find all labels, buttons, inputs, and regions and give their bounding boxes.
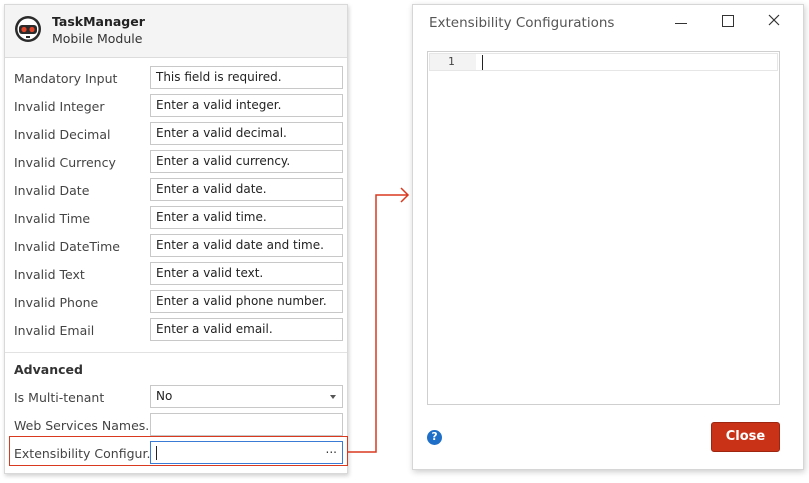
invalid-phone-field[interactable]: Enter a valid phone number. [150,290,343,313]
advanced-properties: Is Multi-tenant No Web Services Names...… [5,384,347,468]
mandatory-input-field[interactable]: This field is required. [150,66,343,89]
property-label: Invalid Decimal [14,127,111,142]
property-label: Invalid Date [14,183,90,198]
properties-panel: TaskManager Mobile Module Mandatory Inpu… [4,4,348,474]
property-row-invalid-phone: Invalid Phone Enter a valid phone number… [5,289,347,317]
web-services-names-field[interactable] [150,413,343,436]
text-caret [156,446,157,460]
line-number: 1 [448,55,455,68]
editor-current-line: 1 [429,53,778,71]
property-label: Mandatory Input [14,71,118,86]
section-divider [5,352,347,353]
property-label: Invalid Currency [14,155,116,170]
invalid-time-field[interactable]: Enter a valid time. [150,206,343,229]
close-icon [768,14,780,26]
module-name: TaskManager [52,14,145,29]
dropdown-arrow-icon [330,395,336,399]
invalid-email-field[interactable]: Enter a valid email. [150,318,343,341]
minimize-button[interactable] [671,11,691,31]
line-gutter: 1 [430,54,476,70]
property-label: Invalid Text [14,267,85,282]
multi-tenant-selected-value: No [156,389,173,403]
property-row-invalid-integer: Invalid Integer Enter a valid integer. [5,93,347,121]
invalid-currency-field[interactable]: Enter a valid currency. [150,150,343,173]
close-window-button[interactable] [764,11,784,31]
property-row-invalid-datetime: Invalid DateTime Enter a valid date and … [5,233,347,261]
validation-messages-list: Mandatory Input This field is required. … [5,65,347,345]
extensibility-configurations-field[interactable]: ... [150,441,343,464]
property-label: Invalid Email [14,323,95,338]
dialog-title: Extensibility Configurations [429,15,615,31]
maximize-icon [722,15,734,27]
property-label: Extensibility Configur... [14,446,159,461]
property-label: Is Multi-tenant [14,390,105,405]
extensibility-dialog: Extensibility Configurations 1 ? Close [412,4,804,470]
property-row-mandatory-input: Mandatory Input This field is required. [5,65,347,93]
property-row-invalid-email: Invalid Email Enter a valid email. [5,317,347,345]
property-row-multi-tenant: Is Multi-tenant No [5,384,347,412]
property-row-invalid-currency: Invalid Currency Enter a valid currency. [5,149,347,177]
property-row-web-services: Web Services Names... [5,412,347,440]
property-row-invalid-decimal: Invalid Decimal Enter a valid decimal. [5,121,347,149]
property-label: Invalid DateTime [14,239,120,254]
close-button[interactable]: Close [711,422,780,452]
property-label: Web Services Names... [14,418,158,433]
robot-helmet-icon [15,16,41,42]
property-row-extensibility: Extensibility Configur... ... [5,440,347,468]
code-editor[interactable]: 1 [427,51,780,405]
property-row-invalid-text: Invalid Text Enter a valid text. [5,261,347,289]
property-label: Invalid Phone [14,295,99,310]
invalid-text-field[interactable]: Enter a valid text. [150,262,343,285]
minimize-icon [675,23,687,24]
invalid-decimal-field[interactable]: Enter a valid decimal. [150,122,343,145]
invalid-date-field[interactable]: Enter a valid date. [150,178,343,201]
property-row-invalid-date: Invalid Date Enter a valid date. [5,177,347,205]
invalid-integer-field[interactable]: Enter a valid integer. [150,94,343,117]
advanced-section-title: Advanced [14,362,83,377]
property-row-invalid-time: Invalid Time Enter a valid time. [5,205,347,233]
multi-tenant-select[interactable]: No [150,385,343,408]
invalid-datetime-field[interactable]: Enter a valid date and time. [150,234,343,257]
help-icon[interactable]: ? [427,430,442,445]
property-label: Invalid Integer [14,99,105,114]
property-label: Invalid Time [14,211,91,226]
editor-caret [482,55,483,70]
maximize-button[interactable] [718,11,738,31]
ellipsis-button[interactable]: ... [326,442,337,456]
panel-header: TaskManager Mobile Module [5,5,347,58]
module-type: Mobile Module [52,31,143,46]
